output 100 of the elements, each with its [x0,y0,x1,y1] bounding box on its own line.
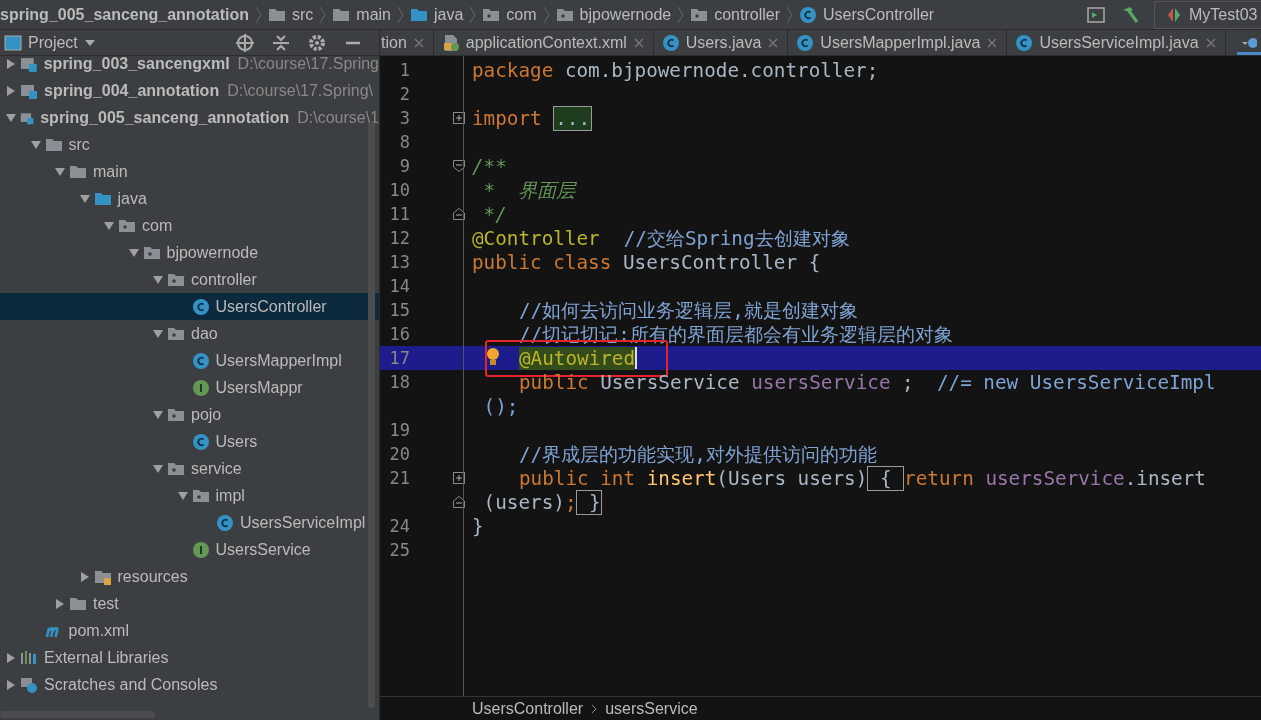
fold-collapse-icon[interactable] [452,159,466,173]
editor-tab[interactable]: UsersServiceImpl.java [1007,30,1226,55]
tree-item[interactable]: com [0,212,379,239]
collapsed-arrow-icon[interactable] [5,651,17,664]
chevron-icon [677,4,685,25]
expanded-arrow-icon[interactable] [5,111,17,124]
tree-item[interactable]: bjpowernode [0,239,379,266]
code-line: import ... [472,106,593,130]
tree-item[interactable]: test [0,590,379,617]
run-window-icon[interactable] [1086,4,1106,25]
expanded-arrow-icon[interactable] [54,165,66,178]
line-number: 3 [398,108,410,128]
expanded-arrow-icon[interactable] [152,462,164,475]
breadcrumb-item[interactable]: UsersController [799,5,935,24]
line-number: 15 [388,300,410,320]
line-number: 2 [398,84,410,104]
line-number: 20 [388,444,410,464]
class-icon [796,33,815,52]
line-number: 13 [388,252,410,272]
class-icon [799,5,817,24]
expanded-arrow-icon[interactable] [152,408,164,421]
code-line: */ [482,202,507,226]
collapsed-arrow-icon[interactable] [54,597,66,610]
fold-collapse-icon[interactable] [452,207,466,221]
collapsed-arrow-icon[interactable] [5,678,17,691]
expanded-arrow-icon[interactable] [103,219,115,232]
class-icon [1015,33,1034,52]
breadcrumb-item[interactable]: UsersController [472,699,584,718]
breadcrumb-item[interactable]: java [410,5,464,24]
fold-expand-icon[interactable] [452,111,466,125]
tree-item[interactable]: service [0,455,379,482]
tree-item[interactable]: main [0,158,379,185]
breadcrumb-item[interactable]: spring_005_sanceng_annotation [0,5,249,24]
tree-item[interactable]: resources [0,563,379,590]
chevron-icon [591,703,598,714]
project-view-selector[interactable]: Project [4,33,96,52]
editor-tab[interactable]: UsersMapperImpl.java [788,30,1008,55]
line-number: 17 [388,348,410,368]
class-icon [216,513,234,532]
tree-item[interactable]: Scratches and Consoles [0,671,379,698]
window-icon [4,34,22,51]
tree-item[interactable]: UsersMapperImpl [0,347,379,374]
chevron-icon [786,4,793,25]
expanded-arrow-icon[interactable] [29,138,42,151]
breadcrumb-item[interactable]: src [267,5,314,24]
close-icon[interactable] [767,36,780,49]
expanded-arrow-icon[interactable] [152,273,164,286]
collapsed-arrow-icon[interactable] [5,84,17,97]
tree-item[interactable]: pom.xml [0,617,379,644]
expanded-arrow-icon[interactable] [152,327,164,340]
fold-expand-icon[interactable] [452,471,466,485]
locate-icon[interactable] [235,32,255,53]
breadcrumb-item[interactable]: controller [690,5,780,24]
collapsed-arrow-icon[interactable] [5,57,17,70]
line-number: 10 [388,180,410,200]
tree-item[interactable]: spring_003_sancengxml D:\course\17.Spring [0,56,379,77]
tree-item[interactable]: External Libraries [0,644,379,671]
breadcrumb-item[interactable]: usersService [605,699,698,718]
editor-tab[interactable]: tion [380,30,434,55]
tree-item[interactable]: UsersService [0,536,379,563]
expanded-arrow-icon[interactable] [127,246,140,259]
libraries-icon [20,648,38,667]
editor-tab[interactable]: Users.java [653,30,789,55]
scrollbar[interactable] [368,122,375,708]
collapse-all-icon[interactable] [271,32,291,53]
tree-item[interactable]: dao [0,320,379,347]
tree-item[interactable]: impl [0,482,379,509]
close-icon[interactable] [1204,36,1217,49]
breadcrumb-item[interactable]: com [482,5,537,24]
run-configuration-dropdown[interactable]: MyTest03 [1154,0,1261,29]
code-line: @Controller //交给Spring去创建对象 [472,226,850,250]
tree-item[interactable]: spring_004_annotation D:\course\17.Spring\ [0,77,379,104]
breadcrumb-item[interactable]: bjpowernode [555,5,672,24]
close-icon[interactable] [986,36,999,49]
code-line: } [472,514,484,538]
expanded-arrow-icon[interactable] [78,192,91,205]
tree-item[interactable]: Users [0,428,379,455]
interface-icon [191,378,210,397]
tree-item[interactable]: src [0,131,379,158]
close-icon[interactable] [412,36,425,49]
editor-tab[interactable]: applicationContext.xml [433,30,654,55]
tree-item[interactable]: UsersMappr [0,374,379,401]
settings-icon[interactable] [307,32,327,53]
close-icon[interactable] [632,36,645,49]
line-number: 9 [398,156,410,176]
tree-item[interactable]: spring_005_sanceng_annotation D:\course\1 [0,104,379,131]
tree-item[interactable]: UsersServiceImpl [0,509,379,536]
line-number: 11 [388,204,410,224]
breadcrumb-item[interactable]: main [332,5,391,24]
expanded-arrow-icon[interactable] [176,489,189,502]
tree-item[interactable]: UsersController [0,293,379,320]
tree-item[interactable]: pojo [0,401,379,428]
collapsed-arrow-icon[interactable] [78,570,91,583]
fold-collapse-icon[interactable] [452,495,466,509]
lightbulb-icon[interactable] [486,347,500,367]
code-line: //界成层的功能实现,对外提供访问的功能 [518,442,877,466]
code-line: * 界面层 [482,178,576,202]
module-path: D:\course\17.Spring\ [227,81,373,100]
tree-item[interactable]: controller [0,266,379,293]
tree-item[interactable]: java [0,185,379,212]
